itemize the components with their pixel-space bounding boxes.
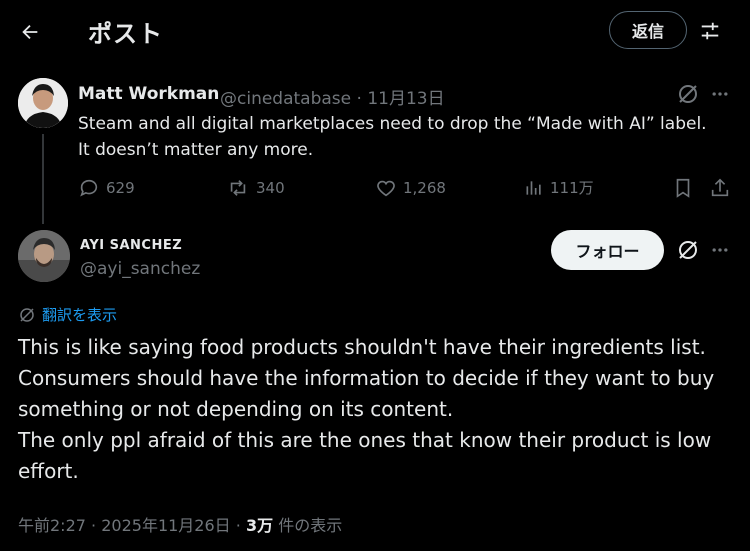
bookmark-button[interactable] bbox=[672, 177, 694, 199]
reply-count: 629 bbox=[106, 179, 135, 197]
back-arrow-icon bbox=[22, 24, 38, 40]
views-action[interactable]: 111万 bbox=[524, 177, 594, 198]
views-count: 111万 bbox=[550, 179, 594, 197]
like-count: 1,268 bbox=[403, 179, 446, 197]
repost-icon bbox=[230, 180, 246, 196]
avatar bbox=[18, 230, 70, 282]
translate-link[interactable]: 翻訳を表示 bbox=[18, 304, 117, 325]
like-action[interactable]: 1,268 bbox=[375, 177, 446, 199]
repost-count: 340 bbox=[256, 179, 285, 197]
timestamp-separator: · bbox=[235, 516, 241, 535]
parent-date[interactable]: 11月13日 bbox=[367, 89, 444, 109]
repost-action[interactable]: 340 bbox=[226, 177, 285, 199]
reply-icon bbox=[80, 179, 98, 197]
parent-grok-button[interactable] bbox=[676, 82, 700, 106]
back-button[interactable] bbox=[14, 16, 46, 48]
view-label: 件の表示 bbox=[278, 516, 343, 535]
reply-button[interactable]: 返信 bbox=[609, 11, 687, 49]
translate-label: 翻訳を表示 bbox=[42, 306, 118, 324]
reply-tweet-text: This is like saying food products should… bbox=[18, 335, 715, 483]
reply-more-button[interactable] bbox=[708, 238, 732, 262]
views-icon bbox=[526, 180, 541, 195]
grok-icon bbox=[679, 85, 697, 103]
parent-author-name[interactable]: Matt Workman bbox=[78, 84, 219, 104]
timestamp-separator: · bbox=[91, 516, 97, 535]
reply-time[interactable]: 午前2:27 bbox=[18, 516, 86, 535]
reply-date[interactable]: 2025年11月26日 bbox=[101, 516, 230, 535]
reply-handle[interactable]: @ayi_sanchez bbox=[80, 259, 200, 279]
bookmark-icon bbox=[676, 178, 690, 198]
more-icon bbox=[712, 92, 728, 96]
more-icon bbox=[712, 248, 728, 252]
timestamp-row: 午前2:27 · 2025年11月26日 · 3万 件の表示 bbox=[18, 512, 342, 536]
view-count: 3万 bbox=[245, 516, 274, 535]
reply-action[interactable]: 629 bbox=[78, 177, 135, 199]
avatar bbox=[18, 78, 68, 128]
share-icon bbox=[711, 178, 729, 197]
parent-handle[interactable]: @cinedatabase bbox=[220, 89, 351, 109]
sliders-icon bbox=[701, 22, 719, 40]
thread-line bbox=[42, 134, 44, 224]
share-button[interactable] bbox=[709, 177, 731, 199]
translate-globe-icon bbox=[20, 307, 34, 322]
page-title: ポスト bbox=[88, 20, 163, 48]
like-icon bbox=[377, 180, 395, 197]
parent-avatar[interactable] bbox=[18, 78, 68, 128]
reply-author-name[interactable]: AYI SANCHEZ bbox=[80, 238, 182, 253]
grok-icon bbox=[679, 241, 697, 259]
parent-more-button[interactable] bbox=[708, 82, 732, 106]
follow-button[interactable]: フォロー bbox=[551, 230, 664, 270]
meta-separator: · bbox=[356, 89, 362, 109]
sliders-button[interactable] bbox=[696, 17, 724, 45]
parent-meta: @cinedatabase · 11月13日 bbox=[220, 84, 445, 109]
reply-grok-button[interactable] bbox=[676, 238, 700, 262]
reply-avatar[interactable] bbox=[18, 230, 70, 282]
parent-tweet-text: Steam and all digital marketplaces need … bbox=[78, 114, 707, 160]
